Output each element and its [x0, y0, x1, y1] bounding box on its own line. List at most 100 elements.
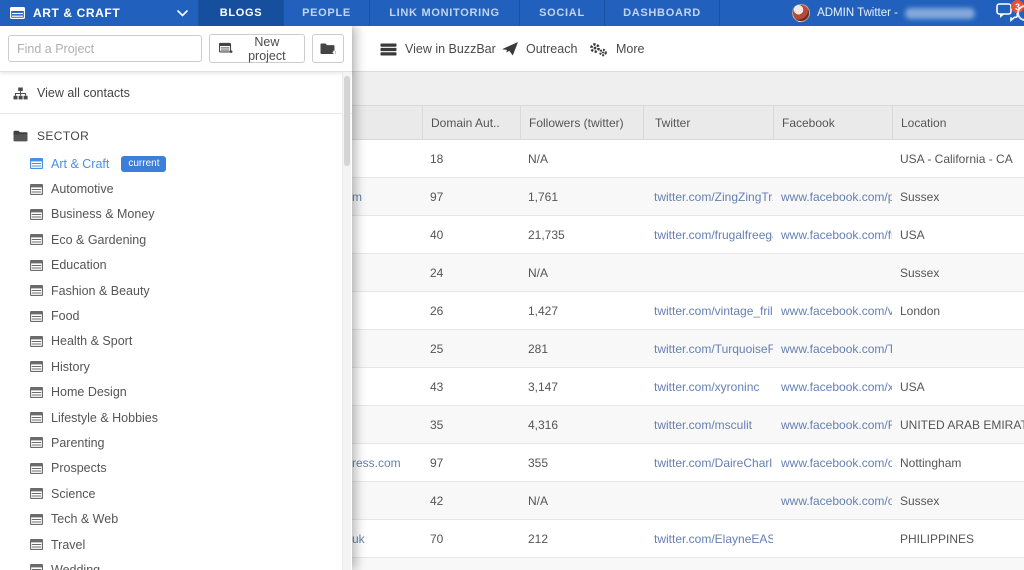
panel-header: New project — [0, 26, 352, 72]
sector-tree-item[interactable]: Business & Money current — [0, 202, 352, 227]
user-menu[interactable]: ADMIN Twitter - 3 — [792, 0, 1024, 26]
cell-twitter-link[interactable] — [643, 140, 773, 177]
cell-facebook-link[interactable] — [773, 254, 892, 291]
current-badge: current — [121, 156, 166, 172]
project-selector-label: ART & CRAFT — [33, 6, 169, 20]
sector-tree-item[interactable]: Food current — [0, 303, 352, 328]
cell-followers: N/A — [520, 482, 643, 519]
more-label: More — [616, 42, 644, 56]
cell-location: Nottingham — [892, 444, 1024, 481]
column-header-twitter[interactable]: Twitter — [643, 106, 773, 139]
tab-dashboard[interactable]: DASHBOARD — [604, 0, 719, 26]
column-header-domain-authority[interactable]: Domain Aut.. — [422, 106, 520, 139]
cell-domain-authority — [422, 558, 520, 570]
sector-tree-item[interactable]: Eco & Gardening current — [0, 227, 352, 252]
sector-tree-item[interactable]: Travel current — [0, 532, 352, 557]
sector-tree-item[interactable]: History current — [0, 354, 352, 379]
cell-facebook-link[interactable]: www.facebook.com/op... — [773, 444, 892, 481]
sector-tree-item[interactable]: Fashion & Beauty current — [0, 278, 352, 303]
more-button[interactable]: More — [589, 26, 644, 72]
sector-tree-item[interactable]: Health & Sport current — [0, 329, 352, 354]
table-icon — [30, 539, 43, 550]
cell-facebook-link[interactable]: www.facebook.com/pa... — [773, 178, 892, 215]
cell-facebook-link[interactable] — [773, 140, 892, 177]
sector-tree-item[interactable]: Parenting current — [0, 430, 352, 455]
tab-link-monitoring[interactable]: LINK MONITORING — [369, 0, 519, 26]
cell-twitter-link[interactable]: twitter.com/DaireCharl... — [643, 444, 773, 481]
user-name: ADMIN Twitter - — [817, 7, 898, 19]
outreach-button[interactable]: Outreach — [502, 26, 577, 72]
sector-item-label: Home Design — [51, 385, 127, 399]
cell-location: USA — [892, 368, 1024, 405]
find-project-input[interactable] — [8, 35, 202, 62]
cell-twitter-link[interactable]: twitter.com/frugalfreegal — [643, 216, 773, 253]
cell-twitter-link[interactable] — [643, 482, 773, 519]
cell-twitter-link[interactable]: twitter.com/vintage_frills — [643, 292, 773, 329]
panel-divider — [0, 113, 352, 114]
cell-twitter-link[interactable]: twitter.com/xyroninc — [643, 368, 773, 405]
cell-twitter-link[interactable]: twitter.com/TurquoiseFl... — [643, 330, 773, 367]
sector-tree-item[interactable]: Prospects current — [0, 456, 352, 481]
cell-twitter-link[interactable]: twitter.com/msculit — [643, 406, 773, 443]
cell-location: Sussex — [892, 254, 1024, 291]
cell-facebook-link[interactable]: www.facebook.com/Tu... — [773, 330, 892, 367]
cell-followers — [520, 558, 643, 570]
tab-social[interactable]: SOCIAL — [519, 0, 604, 26]
table-icon — [30, 336, 43, 347]
app-window: ART & CRAFT BLOGS PEOPLE LINK MONITORING… — [0, 0, 1024, 570]
panel-scrollbar[interactable] — [342, 72, 351, 570]
panel-scrollbar-thumb[interactable] — [344, 76, 350, 166]
cell-twitter-link[interactable] — [643, 558, 773, 570]
table-icon — [30, 209, 43, 220]
cell-domain-authority: 97 — [422, 178, 520, 215]
chevron-down-icon — [177, 10, 188, 17]
sector-tree-item[interactable]: Education current — [0, 253, 352, 278]
sector-tree-item[interactable]: Lifestyle & Hobbies current — [0, 405, 352, 430]
sector-tree-item[interactable]: Wedding current — [0, 557, 352, 570]
column-header-facebook[interactable]: Facebook — [773, 106, 892, 139]
cell-location — [892, 330, 1024, 367]
sector-folder[interactable]: SECTOR — [0, 123, 352, 149]
cell-followers: N/A — [520, 254, 643, 291]
cell-facebook-link[interactable]: www.facebook.com/fru... — [773, 216, 892, 253]
cell-location: USA — [892, 216, 1024, 253]
tab-people[interactable]: PEOPLE — [283, 0, 369, 26]
view-all-contacts[interactable]: View all contacts — [0, 77, 352, 109]
cell-twitter-link[interactable]: twitter.com/ElayneEAS — [643, 520, 773, 557]
add-folder-button[interactable] — [312, 34, 344, 63]
table-plus-icon — [219, 42, 233, 55]
view-in-buzzbar-button[interactable]: View in BuzzBar — [380, 26, 496, 72]
sector-tree-item[interactable]: Science current — [0, 481, 352, 506]
cell-facebook-link[interactable] — [773, 520, 892, 557]
sector-item-label: Parenting — [51, 436, 105, 450]
cell-facebook-link[interactable]: www.facebook.com/vin... — [773, 292, 892, 329]
sector-tree-item[interactable]: Art & Craft current — [0, 151, 352, 176]
cell-twitter-link[interactable]: twitter.com/ZingZingTr... — [643, 178, 773, 215]
sector-item-label: Tech & Web — [51, 512, 118, 526]
project-dropdown-panel: New project View all contacts — [0, 26, 352, 570]
tab-blogs[interactable]: BLOGS — [198, 0, 283, 26]
cell-followers: 1,761 — [520, 178, 643, 215]
cell-followers: 4,316 — [520, 406, 643, 443]
cell-facebook-link[interactable] — [773, 558, 892, 570]
sector-item-label: History — [51, 360, 90, 374]
buzzbar-icon — [380, 43, 397, 56]
project-selector[interactable]: ART & CRAFT — [0, 0, 198, 26]
cell-location: London — [892, 292, 1024, 329]
cell-followers: 3,147 — [520, 368, 643, 405]
table-icon — [30, 260, 43, 271]
cell-facebook-link[interactable]: www.facebook.com/xyr... — [773, 368, 892, 405]
cell-facebook-link[interactable]: www.facebook.com/on... — [773, 482, 892, 519]
cell-followers: 212 — [520, 520, 643, 557]
sector-tree-item[interactable]: Automotive current — [0, 176, 352, 201]
cell-twitter-link[interactable] — [643, 254, 773, 291]
cell-facebook-link[interactable]: www.facebook.com/Ria... — [773, 406, 892, 443]
column-header-followers[interactable]: Followers (twitter) — [520, 106, 643, 139]
sector-tree-item[interactable]: Home Design current — [0, 380, 352, 405]
cell-domain-authority: 97 — [422, 444, 520, 481]
new-project-button[interactable]: New project — [209, 34, 305, 63]
folder-icon — [13, 130, 28, 142]
sector-item-label: Fashion & Beauty — [51, 284, 150, 298]
column-header-location[interactable]: Location — [892, 106, 1024, 139]
sector-tree-item[interactable]: Tech & Web current — [0, 506, 352, 531]
